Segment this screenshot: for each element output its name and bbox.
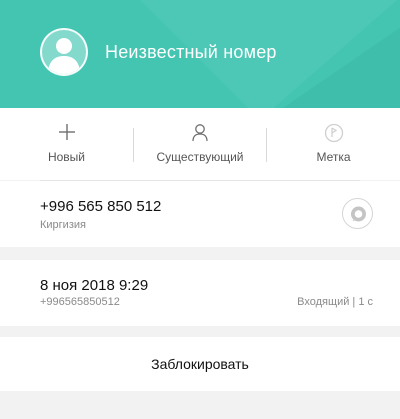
existing-contact-label: Существующий — [156, 150, 244, 164]
phone-number: +996 565 850 512 — [40, 198, 162, 215]
new-contact-label: Новый — [47, 150, 86, 164]
contact-title: Неизвестный номер — [105, 42, 277, 62]
header: Неизвестный номер — [0, 0, 400, 108]
call-number: +996565850512 — [40, 296, 120, 308]
plus-icon — [57, 122, 77, 147]
call-log-row[interactable]: 8 ноя 2018 9:29 +996565850512 Входящий |… — [0, 260, 400, 326]
call-date: 8 ноя 2018 9:29 — [40, 277, 149, 294]
person-icon — [190, 122, 210, 147]
block-label: Заблокировать — [151, 356, 249, 372]
phone-number-row[interactable]: +996 565 850 512 Киргизия — [0, 181, 400, 247]
tag-label: Метка — [316, 150, 351, 164]
existing-contact-button[interactable]: Существующий — [134, 108, 266, 180]
send-message-button[interactable] — [342, 198, 373, 229]
call-info: Входящий | 1 с — [297, 296, 373, 308]
tag-icon — [323, 122, 345, 149]
phone-country: Киргизия — [40, 219, 86, 231]
new-contact-button[interactable]: Новый — [0, 108, 133, 180]
actions-bar: Новый Существующий Метка — [0, 108, 400, 180]
header-decor-2 — [280, 0, 400, 108]
contact-details-screen: Неизвестный номер Новый Существующий Мет… — [0, 0, 400, 419]
person-avatar-icon — [40, 28, 88, 76]
tag-button[interactable]: Метка — [267, 108, 400, 180]
block-button[interactable]: Заблокировать — [0, 337, 400, 391]
